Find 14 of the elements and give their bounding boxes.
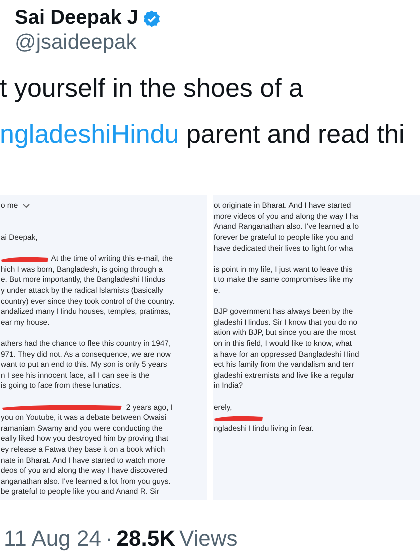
separator-dot: ·	[105, 526, 113, 552]
redaction-scribble	[214, 414, 264, 423]
tweet-text: t yourself in the shoes of a	[0, 73, 304, 103]
post-date[interactable]: 11 Aug 24	[4, 526, 102, 552]
redaction-scribble	[1, 254, 50, 264]
view-count: 28.5K	[116, 526, 176, 552]
verified-badge-icon	[143, 10, 162, 28]
email-screenshot[interactable]	[213, 195, 420, 500]
author-handle[interactable]: @jsaideepak	[15, 31, 420, 55]
views-label: Views	[180, 526, 238, 552]
author-name[interactable]: Sai Deepak J	[15, 7, 138, 30]
tweet-text: parent and read thi	[185, 119, 405, 149]
caret-icon	[23, 204, 30, 209]
email-screenshot[interactable]	[0, 195, 207, 500]
